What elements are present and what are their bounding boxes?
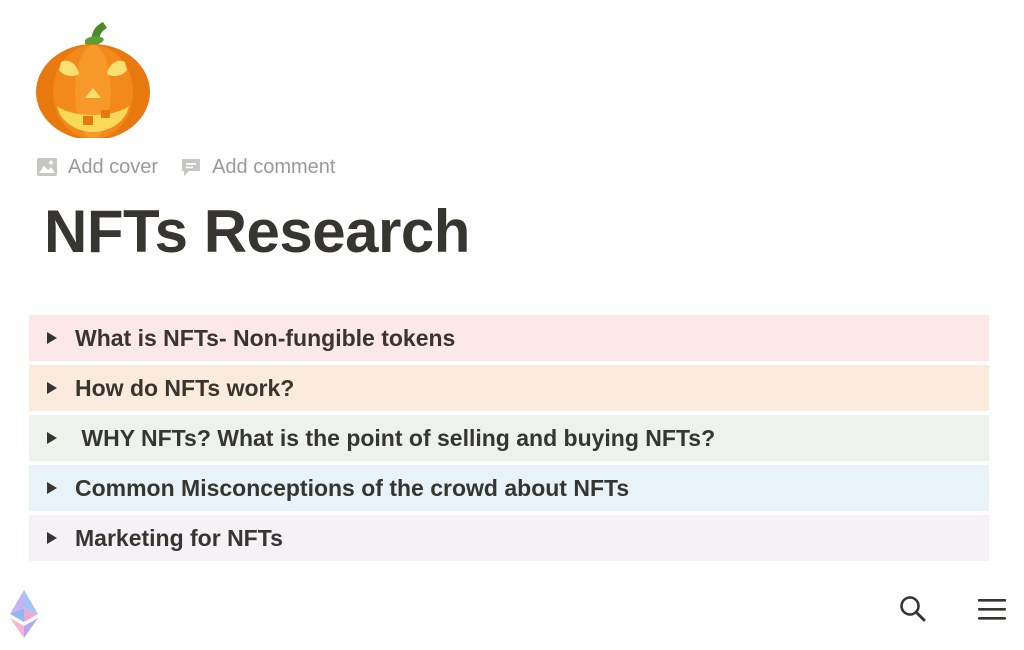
toggle-label: What is NFTs- Non-fungible tokens [75,324,456,351]
triangle-right-icon[interactable] [41,527,63,549]
toggle-list: What is NFTs- Non-fungible tokens How do… [29,315,989,565]
search-icon[interactable] [898,594,928,624]
hamburger-menu-icon[interactable] [976,596,1008,622]
ethereum-icon[interactable] [6,588,42,640]
toggle-block[interactable]: Common Misconceptions of the crowd about… [29,465,989,511]
page-title[interactable]: NFTs Research [44,196,470,268]
add-comment-button[interactable]: Add comment [180,156,335,179]
triangle-right-icon[interactable] [41,427,63,449]
toggle-label: WHY NFTs? What is the point of selling a… [75,424,716,451]
image-icon [36,157,58,177]
toggle-label: Marketing for NFTs [75,524,283,551]
toggle-block[interactable]: Marketing for NFTs [29,515,989,561]
triangle-right-icon[interactable] [41,477,63,499]
toggle-label: How do NFTs work? [75,374,295,401]
jack-o-lantern-icon[interactable] [33,18,153,140]
triangle-right-icon[interactable] [41,327,63,349]
add-cover-label: Add cover [68,155,159,178]
page-meta-actions: Add cover Add comment [36,152,335,182]
toggle-label: Common Misconceptions of the crowd about… [75,474,630,501]
triangle-right-icon[interactable] [41,377,63,399]
toggle-block[interactable]: How do NFTs work? [29,365,989,411]
add-comment-label: Add comment [212,155,336,178]
toggle-block[interactable]: WHY NFTs? What is the point of selling a… [29,415,989,461]
comment-icon [180,157,202,177]
add-cover-button[interactable]: Add cover [36,156,158,179]
toggle-block[interactable]: What is NFTs- Non-fungible tokens [29,315,989,361]
